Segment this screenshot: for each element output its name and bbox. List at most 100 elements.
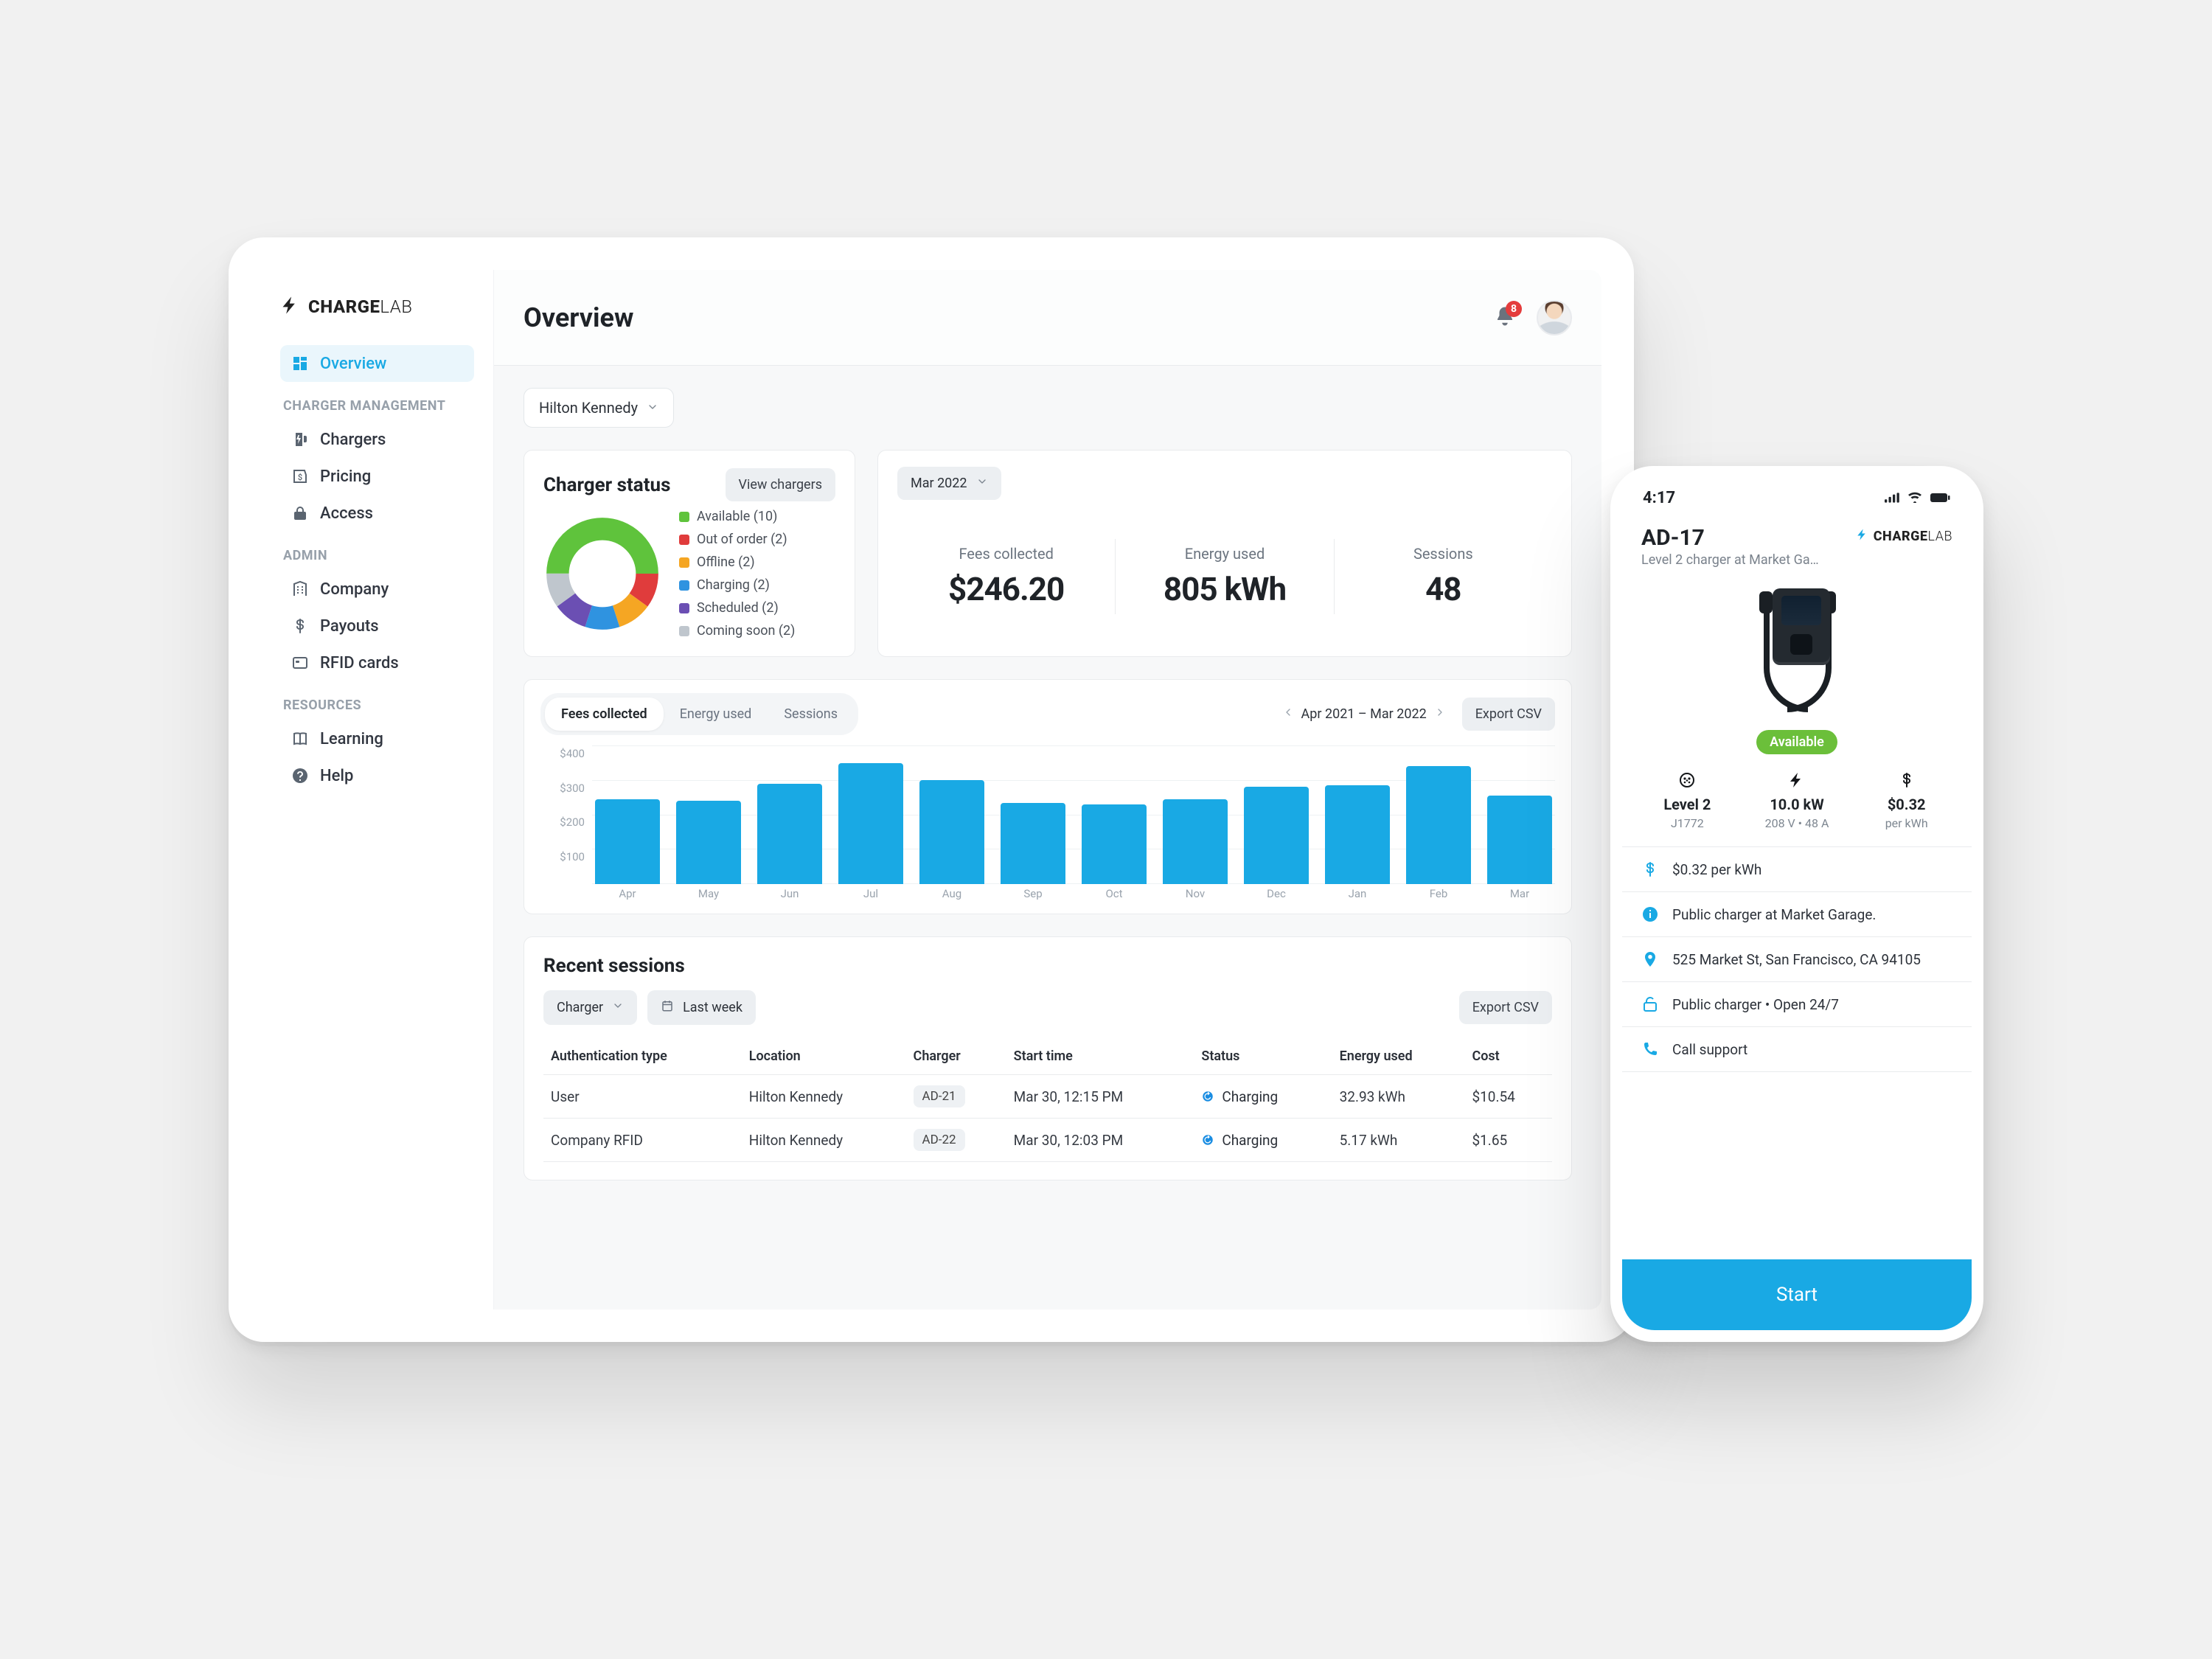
avatar[interactable] [1537, 300, 1572, 335]
y-tick: $200 [560, 815, 585, 829]
phone-icon [1640, 1040, 1660, 1058]
spec-item: $0.32per kWh [1851, 768, 1961, 830]
sidebar-item-label: Access [320, 504, 373, 523]
metrics-period-label: Mar 2022 [911, 476, 967, 491]
info-text: 525 Market St, San Francisco, CA 94105 [1672, 951, 1921, 968]
sidebar-item-rfid[interactable]: RFID cards [280, 644, 474, 681]
info-row[interactable]: Public charger at Market Garage. [1622, 892, 1972, 937]
notifications-button[interactable]: 8 [1494, 305, 1516, 330]
chart-tab[interactable]: Fees collected [545, 698, 664, 731]
bolt-icon [1788, 768, 1806, 793]
phone-statusbar: 4:17 [1622, 478, 1972, 518]
x-tick: Mar [1487, 887, 1552, 900]
spec-sub: 208 V • 48 A [1765, 816, 1829, 830]
table-row[interactable]: Company RFIDHilton KennedyAD-22Mar 30, 1… [543, 1119, 1552, 1162]
metric: Energy used805 kWh [1115, 539, 1333, 614]
cell-cost: $1.65 [1464, 1119, 1552, 1162]
recent-sessions-card: Recent sessions Charger Last week [524, 936, 1572, 1180]
cell-status: Charging [1194, 1075, 1332, 1119]
legend-label: Available (10) [697, 509, 777, 524]
info-text: Public charger • Open 24/7 [1672, 996, 1839, 1013]
sessions-table: Authentication typeLocationChargerStart … [543, 1038, 1552, 1162]
nav-section-label: CHARGER MANAGEMENT [283, 398, 471, 414]
sidebar-item-pricing[interactable]: Pricing [280, 458, 474, 495]
chart-bar [676, 801, 741, 884]
y-tick: $300 [560, 782, 585, 795]
metrics-card: Mar 2022 Fees collected$246.20Energy use… [877, 450, 1572, 657]
cell-start: Mar 30, 12:03 PM [1006, 1119, 1194, 1162]
chart-bars [592, 745, 1555, 884]
info-row[interactable]: Public charger • Open 24/7 [1622, 982, 1972, 1027]
metric: Sessions48 [1334, 539, 1552, 614]
sidebar-item-label: Learning [320, 730, 383, 748]
legend-swatch [679, 512, 689, 522]
sidebar-item-label: Pricing [320, 467, 371, 486]
sessions-period-filter[interactable]: Last week [647, 990, 756, 1025]
chart-bar [757, 784, 822, 884]
cell-location: Hilton Kennedy [742, 1075, 906, 1119]
dollar-icon [291, 616, 310, 636]
charger-subtitle: Level 2 charger at Market Ga… [1641, 552, 1819, 568]
metric-value: 48 [1425, 570, 1461, 608]
sidebar-item-company[interactable]: Company [280, 571, 474, 608]
sidebar-item-overview[interactable]: Overview [280, 345, 474, 382]
chevron-left-icon[interactable] [1282, 706, 1294, 722]
x-tick: Nov [1163, 887, 1228, 900]
charger-icon [291, 430, 310, 449]
table-header: Charger [906, 1038, 1006, 1075]
pricing-icon [291, 467, 310, 486]
y-tick: $400 [560, 747, 585, 760]
sidebar-item-access[interactable]: Access [280, 495, 474, 532]
chart-bar [1406, 766, 1471, 884]
sidebar-item-payouts[interactable]: Payouts [280, 608, 474, 644]
info-row[interactable]: Call support [1622, 1027, 1972, 1072]
charger-info-list: $0.32 per kWh Public charger at Market Ga… [1622, 846, 1972, 1072]
legend-item: Coming soon (2) [679, 623, 795, 639]
spec-item: Level 2J1772 [1632, 768, 1742, 830]
sidebar-item-help[interactable]: Help [280, 757, 474, 794]
sessions-charger-filter[interactable]: Charger [543, 990, 637, 1025]
chart-tab[interactable]: Energy used [664, 698, 768, 731]
metrics-period-select[interactable]: Mar 2022 [897, 467, 1001, 500]
legend-item: Scheduled (2) [679, 600, 795, 616]
sidebar-item-learning[interactable]: Learning [280, 720, 474, 757]
legend-item: Charging (2) [679, 577, 795, 593]
sidebar-item-label: Chargers [320, 431, 386, 449]
nav-section-label: ADMIN [283, 548, 471, 563]
chart-bar [1001, 803, 1065, 884]
chart-bar [1082, 804, 1147, 884]
location-select[interactable]: Hilton Kennedy [524, 388, 674, 428]
start-button[interactable]: Start [1622, 1259, 1972, 1330]
sessions-export-button[interactable]: Export CSV [1459, 991, 1552, 1024]
info-row[interactable]: 525 Market St, San Francisco, CA 94105 [1622, 937, 1972, 982]
nav-section-label: RESOURCES [283, 698, 471, 713]
brand-name-2: LAB [380, 296, 412, 317]
legend-item: Out of order (2) [679, 532, 795, 547]
table-row[interactable]: UserHilton KennedyAD-21Mar 30, 12:15 PMC… [543, 1075, 1552, 1119]
sessions-charger-filter-label: Charger [557, 1000, 603, 1015]
chart-bar [838, 763, 903, 885]
lock-icon [291, 504, 310, 523]
help-icon [291, 766, 310, 785]
info-text: Public charger at Market Garage. [1672, 906, 1876, 923]
spec-value: $0.32 [1888, 796, 1926, 813]
info-row[interactable]: $0.32 per kWh [1622, 847, 1972, 892]
chart-bar [1244, 787, 1309, 884]
x-tick: Oct [1082, 887, 1147, 900]
tablet-frame: CHARGELAB OverviewCHARGER MANAGEMENTChar… [229, 237, 1634, 1342]
calendar-icon [661, 999, 674, 1016]
x-tick: May [676, 887, 741, 900]
chart-range-label: Apr 2021 – Mar 2022 [1301, 706, 1427, 722]
view-chargers-button[interactable]: View chargers [726, 468, 835, 501]
main-area: Overview 8 Hilton Kennedy [494, 270, 1601, 1310]
chevron-right-icon[interactable] [1434, 706, 1446, 722]
book-icon [291, 729, 310, 748]
sidebar-item-chargers[interactable]: Chargers [280, 421, 474, 458]
export-csv-button[interactable]: Export CSV [1462, 698, 1555, 731]
chart-tab[interactable]: Sessions [768, 698, 854, 731]
chart-x-axis: AprMayJunJulAugSepOctNovDecJanFebMar [592, 887, 1555, 900]
info-icon [1640, 905, 1660, 923]
sidebar-item-label: Company [320, 580, 389, 599]
table-header: Authentication type [543, 1038, 742, 1075]
card-icon [291, 653, 310, 672]
